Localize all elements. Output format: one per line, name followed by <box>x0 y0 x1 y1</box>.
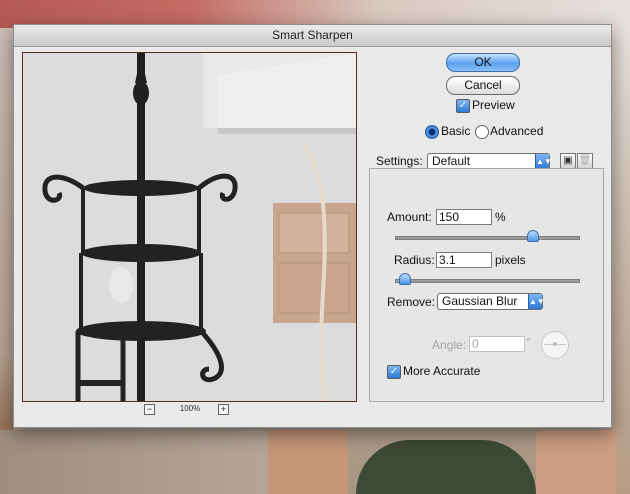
settings-value: Default <box>432 154 471 168</box>
radius-slider[interactable] <box>395 279 580 283</box>
remove-select[interactable]: Gaussian Blur ▲▼ <box>437 293 545 310</box>
settings-label: Settings: <box>376 154 423 168</box>
preview-checkbox[interactable]: ✓ <box>456 99 470 113</box>
more-accurate-label: More Accurate <box>403 364 481 378</box>
zoom-in-button[interactable]: + <box>218 404 229 415</box>
trash-icon[interactable]: 🗑 <box>577 153 593 169</box>
radius-unit: pixels <box>495 253 526 267</box>
advanced-label: Advanced <box>490 124 544 138</box>
basic-label: Basic <box>441 124 471 138</box>
remove-value: Gaussian Blur <box>442 294 518 308</box>
smart-sharpen-dialog: Smart Sharpen − 100% + OK Cancel ✓ Previ… <box>13 24 612 428</box>
radius-label: Radius: <box>394 253 435 267</box>
angle-field[interactable]: 0 <box>469 336 525 352</box>
amount-slider-thumb[interactable] <box>527 230 540 242</box>
disk-icon[interactable]: ▣ <box>560 153 576 169</box>
preview-label: Preview <box>472 98 515 112</box>
window-title: Smart Sharpen <box>14 25 611 47</box>
chevron-updown-icon: ▲▼ <box>535 154 552 169</box>
cancel-button[interactable]: Cancel <box>446 76 520 95</box>
amount-unit: % <box>495 210 506 224</box>
amount-field[interactable]: 150 <box>436 209 492 225</box>
preview-image[interactable] <box>22 52 357 402</box>
remove-label: Remove: <box>387 295 436 309</box>
basic-radio[interactable] <box>425 125 439 139</box>
amount-label: Amount: <box>387 210 432 224</box>
ok-button[interactable]: OK <box>446 53 520 72</box>
zoom-out-button[interactable]: − <box>144 404 155 415</box>
angle-label: Angle: <box>432 338 467 352</box>
radius-field[interactable]: 3.1 <box>436 252 492 268</box>
angle-unit: ° <box>526 335 531 349</box>
zoom-level: 100% <box>179 404 201 413</box>
angle-dial[interactable] <box>541 331 569 359</box>
chevron-updown-icon: ▲▼ <box>528 294 545 309</box>
advanced-radio[interactable] <box>475 125 489 139</box>
more-accurate-checkbox[interactable]: ✓ <box>387 365 401 379</box>
settings-group: Amount: 150 % Radius: 3.1 pixels Remove:… <box>369 168 604 402</box>
amount-slider[interactable] <box>395 236 580 240</box>
radius-slider-thumb[interactable] <box>399 273 412 285</box>
